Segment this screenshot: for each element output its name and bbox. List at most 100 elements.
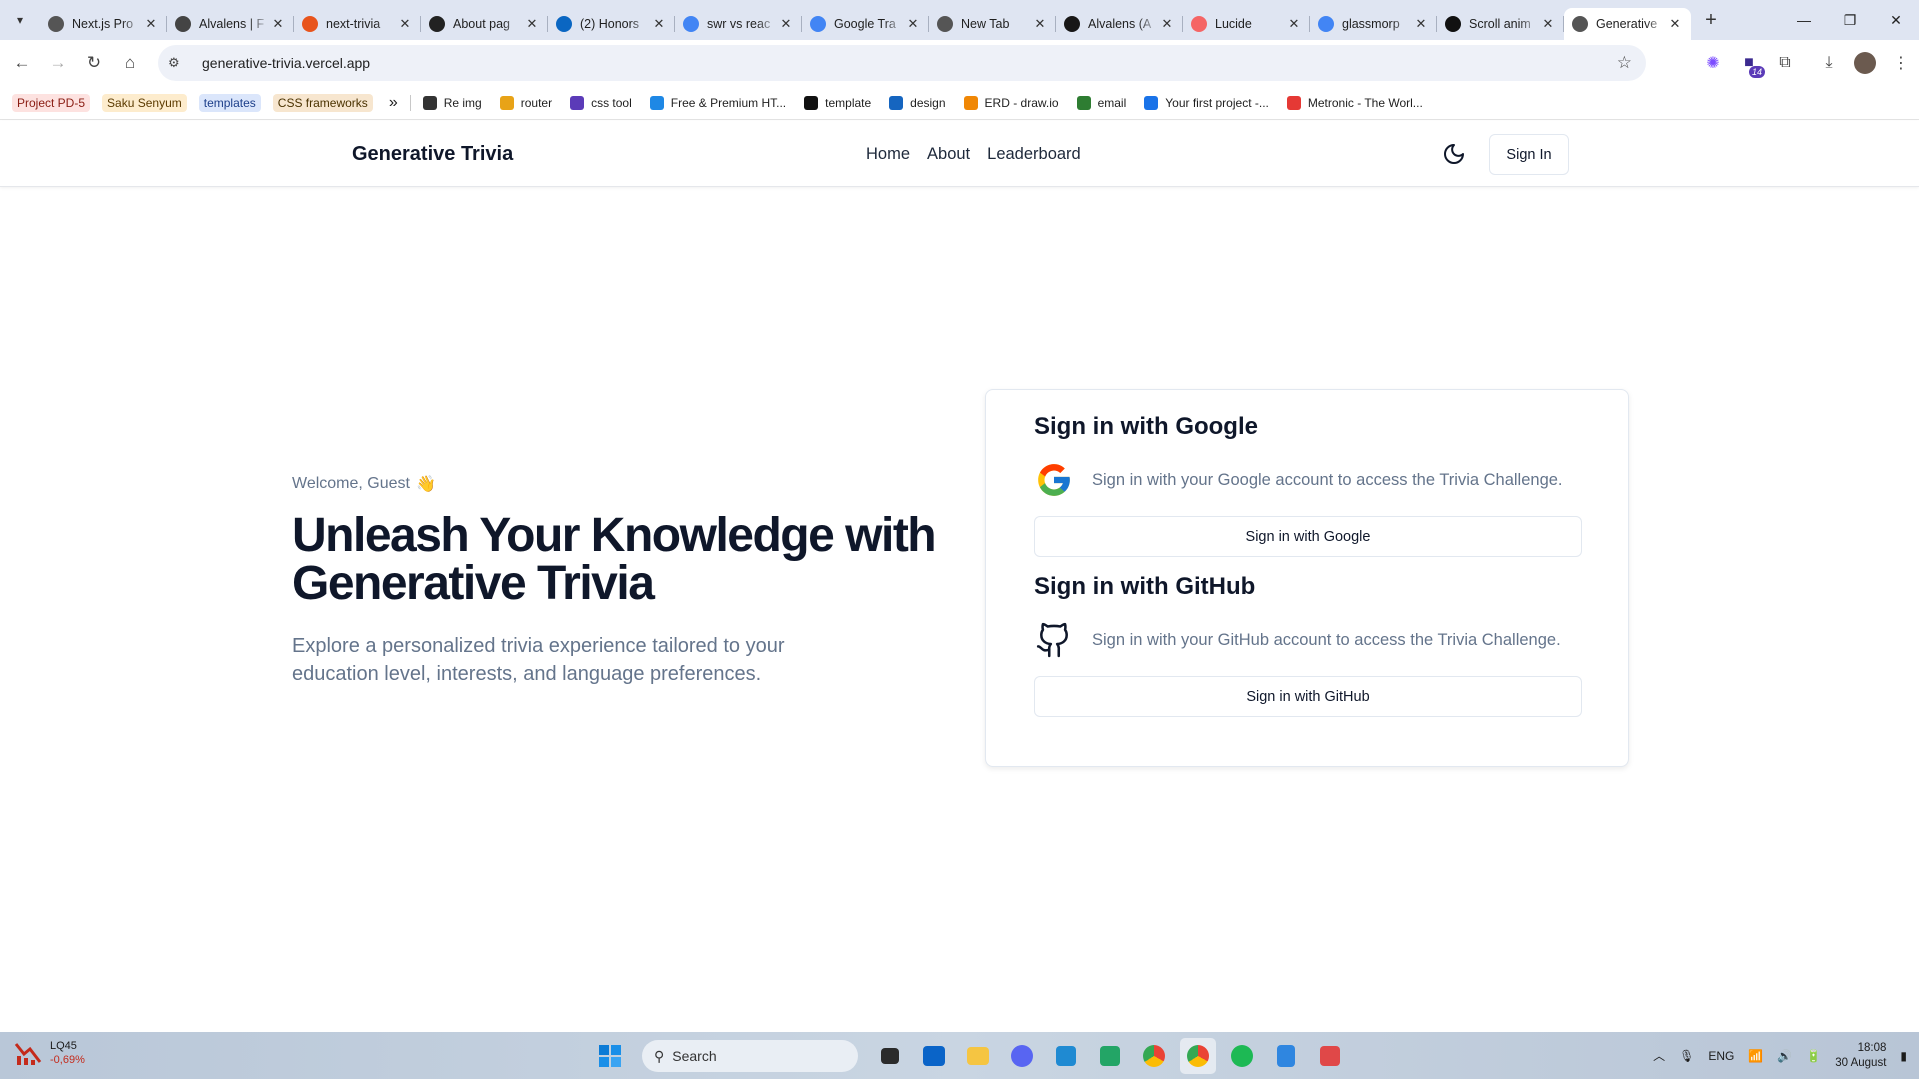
bookmark-label: Your first project -... [1165,95,1269,110]
bookmarks-overflow-icon[interactable]: » [389,94,398,112]
restore-icon[interactable]: ❐ [1827,0,1873,40]
puzzle-extension-icon-purple[interactable]: ✺ [1695,45,1731,81]
tab-close-icon[interactable]: ✕ [905,16,921,32]
browser-tab[interactable]: Lucide ✕ [1183,8,1310,40]
bookmark-item[interactable]: design [889,95,946,110]
profile-avatar[interactable] [1854,52,1876,74]
file-explorer-icon[interactable] [960,1038,996,1074]
tab-close-icon[interactable]: ✕ [270,16,286,32]
bookmark-folder-chip[interactable]: Project PD-5 [12,93,91,112]
bookmark-item[interactable]: template [804,95,872,110]
tab-close-icon[interactable]: ✕ [1413,16,1429,32]
bookmark-item[interactable]: router [499,95,553,110]
reload-icon[interactable]: ↻ [76,45,112,81]
chrome-icon[interactable] [1136,1038,1172,1074]
home-icon[interactable]: ⌂ [112,45,148,81]
taskbar-search[interactable]: ⚲ Search [642,1040,858,1072]
bookmark-star-icon[interactable]: ☆ [1617,53,1632,73]
bookmark-item[interactable]: Metronic - The Worl... [1286,95,1423,110]
windows-start-icon[interactable] [592,1038,628,1074]
site-settings-icon[interactable]: ⚙ [168,55,188,71]
bookmark-item[interactable]: css tool [570,95,632,110]
site-brand[interactable]: Generative Trivia [352,143,513,166]
bookmark-item[interactable]: Re img [422,95,482,110]
download-icon[interactable]: ⤓ [1811,45,1847,81]
browser-tab[interactable]: Alvalens (A ✕ [1056,8,1183,40]
chrome-profile-icon[interactable] [1180,1038,1216,1074]
microphone-icon[interactable]: 🎙 [1679,1049,1694,1063]
close-window-icon[interactable]: ✕ [1873,0,1919,40]
back-arrow-icon[interactable]: ← [4,45,40,81]
web-page: Generative Trivia Home About Leaderboard S… [0,121,1919,1032]
moon-icon[interactable] [1442,142,1466,166]
vscode-icon[interactable] [1048,1038,1084,1074]
tab-close-icon[interactable]: ✕ [1159,16,1175,32]
tab-title: Generative [1596,17,1658,31]
bookmark-label: template [825,95,872,110]
clock[interactable]: 18:08 30 August [1835,1041,1886,1071]
tab-close-icon[interactable]: ✕ [1540,16,1556,32]
forward-arrow-icon[interactable]: → [40,45,76,81]
notification-icon[interactable]: ▮ [1900,1049,1907,1063]
bookmark-label: router [520,95,553,110]
browser-tab[interactable]: next-trivia ✕ [294,8,421,40]
tab-favicon-icon [556,16,572,32]
minimize-icon[interactable]: — [1781,0,1827,40]
notepad-icon[interactable] [1268,1038,1304,1074]
nav-link-leaderboard[interactable]: Leaderboard [987,145,1081,164]
wifi-icon[interactable]: 📶 [1748,1049,1763,1063]
tab-search-chevron-icon[interactable]: ▾ [0,0,40,40]
bookmark-item[interactable]: Free & Premium HT... [649,95,786,110]
menu-kebab-icon[interactable]: ⋮ [1883,45,1919,81]
tab-close-icon[interactable]: ✕ [651,16,667,32]
nav-link-home[interactable]: Home [866,145,910,164]
browser-tab[interactable]: swr vs reac ✕ [675,8,802,40]
bookmark-folder-chip[interactable]: CSS frameworks [272,93,373,112]
extension-badge-icon[interactable]: ■ 14 [1731,45,1767,81]
sign-in-button[interactable]: Sign In [1489,134,1569,175]
spotify-icon[interactable] [1224,1038,1260,1074]
browser-tab[interactable]: Generative ✕ [1564,8,1691,40]
sign-in-google-button[interactable]: Sign in with Google [1034,516,1582,557]
nav-link-about[interactable]: About [927,145,970,164]
new-tab-button[interactable]: + [1695,4,1727,36]
tab-close-icon[interactable]: ✕ [397,16,413,32]
browser-tab[interactable]: Next.js Pro ✕ [40,8,167,40]
tab-close-icon[interactable]: ✕ [1032,16,1048,32]
browser-tab[interactable]: Scroll anim ✕ [1437,8,1564,40]
bookmark-item[interactable]: Your first project -... [1144,95,1269,110]
tab-close-icon[interactable]: ✕ [778,16,794,32]
bookmark-folder-chip[interactable]: Saku Senyum [102,93,187,112]
tab-favicon-icon [1572,16,1588,32]
language-indicator[interactable]: ENG [1708,1049,1734,1063]
browser-tab[interactable]: Google Tra ✕ [802,8,929,40]
task-view-icon[interactable] [872,1038,908,1074]
extensions-puzzle-icon[interactable]: ⧉ [1767,45,1803,81]
outlook-icon[interactable] [916,1038,952,1074]
battery-icon[interactable]: 🔋 [1806,1049,1821,1063]
browser-tab[interactable]: Alvalens | F ✕ [167,8,294,40]
snipping-tool-icon[interactable] [1312,1038,1348,1074]
bookmark-item[interactable]: ERD - draw.io [963,95,1059,110]
url-text[interactable]: generative-trivia.vercel.app [202,55,370,71]
browser-tab[interactable]: About pag ✕ [421,8,548,40]
tab-close-icon[interactable]: ✕ [143,16,159,32]
bookmark-item[interactable]: email [1076,95,1126,110]
address-bar[interactable]: ⚙ generative-trivia.vercel.app ☆ [158,45,1646,81]
vscode-insiders-icon[interactable] [1092,1038,1128,1074]
discord-icon[interactable] [1004,1038,1040,1074]
browser-tab[interactable]: New Tab ✕ [929,8,1056,40]
sign-in-github-button[interactable]: Sign in with GitHub [1034,676,1582,717]
chevron-up-icon[interactable]: ︿ [1653,1047,1665,1064]
tab-close-icon[interactable]: ✕ [1667,16,1683,32]
tab-close-icon[interactable]: ✕ [1286,16,1302,32]
browser-tab[interactable]: glassmorp ✕ [1310,8,1437,40]
bookmark-favicon-icon [1286,95,1301,110]
speaker-icon[interactable]: 🔊 [1777,1049,1792,1063]
tab-close-icon[interactable]: ✕ [524,16,540,32]
stock-widget[interactable]: LQ45 -0,69% [14,1039,85,1067]
browser-tab[interactable]: (2) Honors ✕ [548,8,675,40]
bookmark-folder-chip[interactable]: templates [198,93,261,112]
taskbar-search-text: Search [672,1048,717,1064]
search-icon: ⚲ [654,1047,665,1064]
